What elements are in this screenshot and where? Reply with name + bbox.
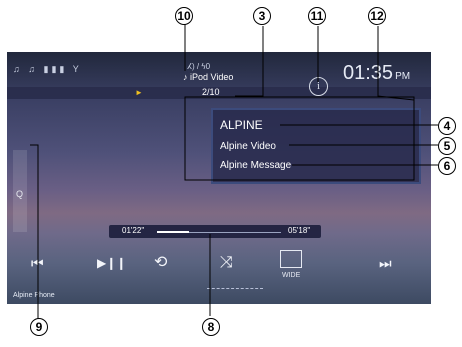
- callout-5: 5: [438, 137, 456, 155]
- callout-12: 12: [368, 7, 386, 25]
- callout-9: 9: [30, 318, 48, 336]
- callout-leaders: [30, 24, 438, 319]
- callout-10: 10: [175, 7, 193, 25]
- callout-3: 3: [253, 7, 271, 25]
- callout-4: 4: [438, 117, 456, 135]
- callout-6: 6: [438, 157, 456, 175]
- callout-8: 8: [202, 318, 220, 336]
- callout-11: 11: [308, 7, 326, 25]
